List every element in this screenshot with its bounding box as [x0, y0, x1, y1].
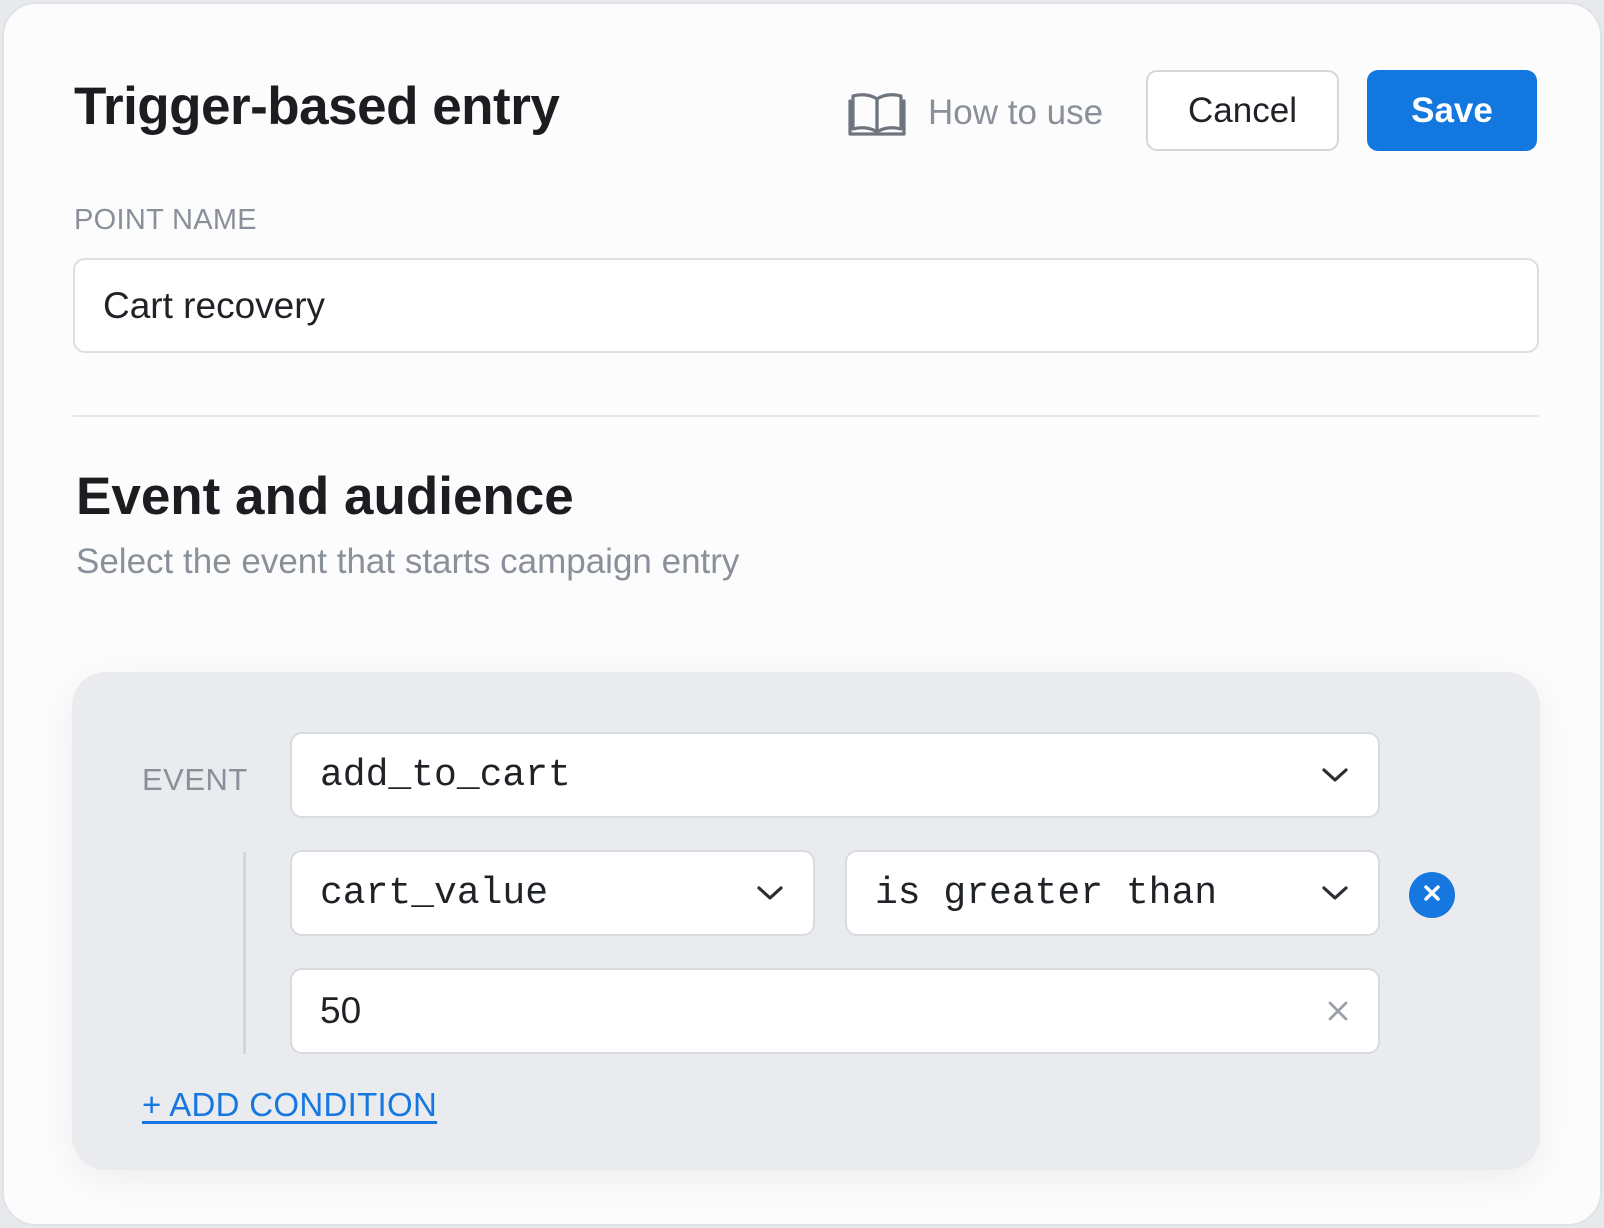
add-condition-link[interactable]: + ADD CONDITION — [142, 1086, 437, 1124]
chevron-down-icon — [755, 883, 785, 903]
trigger-entry-card: Trigger-based entry How to use Cancel Sa… — [2, 2, 1602, 1226]
remove-condition-button[interactable] — [1409, 872, 1455, 918]
page-title: Trigger-based entry — [74, 77, 560, 136]
event-panel: EVENT add_to_cart cart_value is greater … — [72, 672, 1540, 1170]
condition-operator-value: is greater than — [875, 871, 1218, 915]
section-subtitle: Select the event that starts campaign en… — [76, 542, 740, 581]
condition-operator-select[interactable]: is greater than — [845, 850, 1380, 936]
save-button[interactable]: Save — [1367, 70, 1537, 151]
close-icon — [1422, 883, 1442, 908]
condition-value-text: 50 — [320, 990, 362, 1031]
point-name-input[interactable] — [73, 258, 1539, 353]
how-to-use-label: How to use — [928, 93, 1104, 132]
event-select[interactable]: add_to_cart — [290, 732, 1380, 818]
condition-property-value: cart_value — [320, 871, 549, 915]
cancel-button[interactable]: Cancel — [1146, 70, 1339, 151]
condition-connector-line — [243, 852, 246, 1054]
condition-value-input[interactable]: 50 — [290, 968, 1380, 1054]
how-to-use-link[interactable]: How to use — [848, 86, 1103, 140]
section-divider — [73, 415, 1539, 417]
point-name-label: POINT NAME — [74, 204, 257, 236]
event-select-value: add_to_cart — [320, 753, 571, 797]
book-icon — [848, 89, 906, 137]
chevron-down-icon — [1320, 883, 1350, 903]
condition-property-select[interactable]: cart_value — [290, 850, 815, 936]
clear-value-icon[interactable] — [1326, 999, 1350, 1023]
section-title: Event and audience — [76, 467, 574, 526]
chevron-down-icon — [1320, 765, 1350, 785]
event-label: EVENT — [142, 762, 248, 797]
